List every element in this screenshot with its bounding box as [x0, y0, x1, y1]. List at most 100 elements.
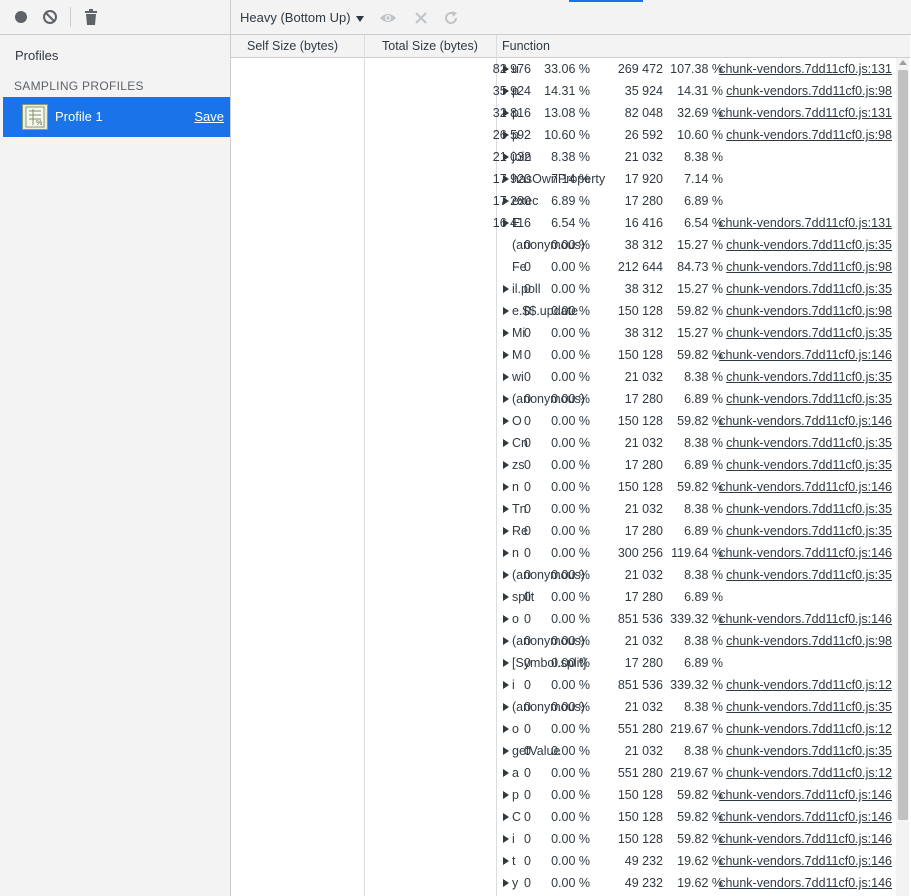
record-icon[interactable] [12, 8, 30, 26]
source-link[interactable]: chunk-vendors.7dd11cf0.js:35 [726, 282, 892, 296]
source-link[interactable]: chunk-vendors.7dd11cf0.js:146 [719, 414, 892, 428]
expand-triangle-icon[interactable] [503, 483, 509, 491]
expand-triangle-icon[interactable] [503, 65, 509, 73]
expand-triangle-icon[interactable] [503, 417, 509, 425]
source-link[interactable]: chunk-vendors.7dd11cf0.js:131 [719, 106, 892, 120]
source-link[interactable]: chunk-vendors.7dd11cf0.js:35 [726, 326, 892, 340]
table-row[interactable]: 21 032 8.38 % 21 032 8.38 % join [231, 146, 895, 168]
table-row[interactable]: 0 0.00 % 17 280 6.89 % zs chunk-vendors.7dd11… [231, 454, 895, 476]
table-row[interactable]: 0 0.00 % 21 032 8.38 % (anonymous) chunk-vend… [231, 564, 895, 586]
source-link[interactable]: chunk-vendors.7dd11cf0.js:35 [726, 370, 892, 384]
source-link[interactable]: chunk-vendors.7dd11cf0.js:12 [726, 722, 892, 736]
source-link[interactable]: chunk-vendors.7dd11cf0.js:98 [726, 304, 892, 318]
table-row[interactable]: 0 0.00 % 49 232 19.62 % y chunk-vendors.7dd11… [231, 872, 895, 894]
expand-triangle-icon[interactable] [503, 835, 509, 843]
source-link[interactable]: chunk-vendors.7dd11cf0.js:146 [719, 854, 892, 868]
focus-eye-icon[interactable] [379, 9, 397, 27]
expand-triangle-icon[interactable] [503, 615, 509, 623]
table-row[interactable]: 0 0.00 % 17 280 6.89 % (anonymous) chunk-vend… [231, 388, 895, 410]
source-link[interactable]: chunk-vendors.7dd11cf0.js:146 [719, 876, 892, 890]
table-row[interactable]: 0 0.00 % 38 312 15.27 % il.poll chunk-vendors… [231, 278, 895, 300]
expand-triangle-icon[interactable] [503, 791, 509, 799]
table-row[interactable]: 0 0.00 % 17 280 6.89 % split [231, 586, 895, 608]
expand-triangle-icon[interactable] [503, 285, 509, 293]
table-row[interactable]: 35 924 14.31 % 35 924 14.31 % p chunk-vendors… [231, 80, 895, 102]
table-row[interactable]: 0 0.00 % 851 536 339.32 % o chunk-vendors.7dd… [231, 608, 895, 630]
self-size-column-header[interactable]: Self Size (bytes) [247, 39, 338, 53]
source-link[interactable]: chunk-vendors.7dd11cf0.js:35 [726, 524, 892, 538]
table-row[interactable]: 0 0.00 % 21 032 8.38 % (anonymous) chunk-vend… [231, 630, 895, 652]
table-row[interactable]: 0 0.00 % 17 280 6.89 % Re chunk-vendors.7dd11… [231, 520, 895, 542]
source-link[interactable]: chunk-vendors.7dd11cf0.js:12 [726, 678, 892, 692]
table-row[interactable]: 0 0.00 % 150 128 59.82 % e.$$.update chunk-ve… [231, 300, 895, 322]
expand-triangle-icon[interactable] [503, 571, 509, 579]
table-row[interactable]: 0 0.00 % 150 128 59.82 % Ochunk-vendors.7dd1… [231, 410, 895, 432]
table-row[interactable]: 82 976 33.06 % 269 472 107.38 % u chunk-vendo… [231, 58, 895, 80]
table-row[interactable]: 0 0.00 % 38 312 15.27 % (anonymous) chunk-ven… [231, 234, 895, 256]
source-link[interactable]: chunk-vendors.7dd11cf0.js:146 [719, 612, 892, 626]
clear-icon[interactable] [41, 8, 59, 26]
table-row[interactable]: 0 0.00 % 150 128 59.82 % n chunk-vendors.7dd1… [231, 476, 895, 498]
expand-triangle-icon[interactable] [503, 637, 509, 645]
source-link[interactable]: chunk-vendors.7dd11cf0.js:146 [719, 832, 892, 846]
table-row[interactable]: 0 0.00 % 212 644 84.73 % Fe chunk-vendors.7dd… [231, 256, 895, 278]
table-row[interactable]: 0 0.00 % 150 128 59.82 % Mchunk-vendors.7dd1… [231, 344, 895, 366]
scroll-thumb[interactable] [898, 70, 908, 820]
source-link[interactable]: chunk-vendors.7dd11cf0.js:98 [726, 634, 892, 648]
table-row[interactable]: 0 0.00 % 21 032 8.38 % (anonymous) chunk-vend… [231, 696, 895, 718]
expand-triangle-icon[interactable] [503, 747, 509, 755]
expand-triangle-icon[interactable] [503, 197, 509, 205]
table-row[interactable]: 0 0.00 % 21 032 8.38 % wi chunk-vendors.7dd11… [231, 366, 895, 388]
source-link[interactable]: chunk-vendors.7dd11cf0.js:131 [719, 216, 892, 230]
expand-triangle-icon[interactable] [503, 813, 509, 821]
expand-triangle-icon[interactable] [503, 461, 509, 469]
table-row[interactable]: 0 0.00 % 21 032 8.38 % Cn chunk-vendors.7dd11… [231, 432, 895, 454]
save-profile-link[interactable]: Save [194, 109, 224, 124]
table-row[interactable]: 16 416 6.54 % 16 416 6.54 % Echunk-vendors.7… [231, 212, 895, 234]
expand-triangle-icon[interactable] [503, 879, 509, 887]
source-link[interactable]: chunk-vendors.7dd11cf0.js:35 [726, 568, 892, 582]
source-link[interactable]: chunk-vendors.7dd11cf0.js:98 [726, 260, 892, 274]
table-row[interactable]: 0 0.00 % 551 280 219.67 % a chunk-vendors.7dd… [231, 762, 895, 784]
view-mode-select[interactable]: Heavy (Bottom Up) [240, 10, 364, 25]
table-row[interactable]: 0 0.00 % 21 032 8.38 % getValue chunk-vendors… [231, 740, 895, 762]
expand-triangle-icon[interactable] [503, 87, 509, 95]
table-row[interactable]: 17 920 7.14 % 17 920 7.14 % hasOwnProperty [231, 168, 895, 190]
source-link[interactable]: chunk-vendors.7dd11cf0.js:146 [719, 788, 892, 802]
expand-triangle-icon[interactable] [503, 505, 509, 513]
table-row[interactable]: 17 280 6.89 % 17 280 6.89 % exec [231, 190, 895, 212]
source-link[interactable]: chunk-vendors.7dd11cf0.js:146 [719, 348, 892, 362]
table-row[interactable]: 32 816 13.08 % 82 048 32.69 % p chunk-vendors… [231, 102, 895, 124]
expand-triangle-icon[interactable] [503, 549, 509, 557]
table-row[interactable]: 0 0.00 % 150 128 59.82 % Cchunk-vendors.7dd1… [231, 806, 895, 828]
expand-triangle-icon[interactable] [503, 131, 509, 139]
expand-triangle-icon[interactable] [503, 527, 509, 535]
expand-triangle-icon[interactable] [503, 175, 509, 183]
expand-triangle-icon[interactable] [503, 109, 509, 117]
source-link[interactable]: chunk-vendors.7dd11cf0.js:35 [726, 392, 892, 406]
source-link[interactable]: chunk-vendors.7dd11cf0.js:12 [726, 766, 892, 780]
expand-triangle-icon[interactable] [503, 373, 509, 381]
table-row[interactable]: 26 592 10.60 % 26 592 10.60 % p chunk-vendors… [231, 124, 895, 146]
expand-triangle-icon[interactable] [503, 329, 509, 337]
expand-triangle-icon[interactable] [503, 395, 509, 403]
table-row[interactable]: 0 0.00 % 17 280 6.89 % [Symbol.split] [231, 652, 895, 674]
table-row[interactable]: 0 0.00 % 150 128 59.82 % i chunk-vendors.7dd1… [231, 828, 895, 850]
source-link[interactable]: chunk-vendors.7dd11cf0.js:98 [726, 128, 892, 142]
expand-triangle-icon[interactable] [503, 351, 509, 359]
source-link[interactable]: chunk-vendors.7dd11cf0.js:35 [726, 502, 892, 516]
expand-triangle-icon[interactable] [503, 153, 509, 161]
expand-triangle-icon[interactable] [503, 439, 509, 447]
source-link[interactable]: chunk-vendors.7dd11cf0.js:35 [726, 458, 892, 472]
source-link[interactable]: chunk-vendors.7dd11cf0.js:146 [719, 810, 892, 824]
expand-triangle-icon[interactable] [503, 725, 509, 733]
vertical-scrollbar[interactable] [896, 58, 909, 896]
source-link[interactable]: chunk-vendors.7dd11cf0.js:35 [726, 744, 892, 758]
source-link[interactable]: chunk-vendors.7dd11cf0.js:131 [719, 62, 892, 76]
expand-triangle-icon[interactable] [503, 857, 509, 865]
expand-triangle-icon[interactable] [503, 307, 509, 315]
restore-icon[interactable] [442, 9, 460, 27]
expand-triangle-icon[interactable] [503, 593, 509, 601]
table-row[interactable]: 0 0.00 % 21 032 8.38 % Tn chunk-vendors.7dd11… [231, 498, 895, 520]
source-link[interactable]: chunk-vendors.7dd11cf0.js:98 [726, 84, 892, 98]
